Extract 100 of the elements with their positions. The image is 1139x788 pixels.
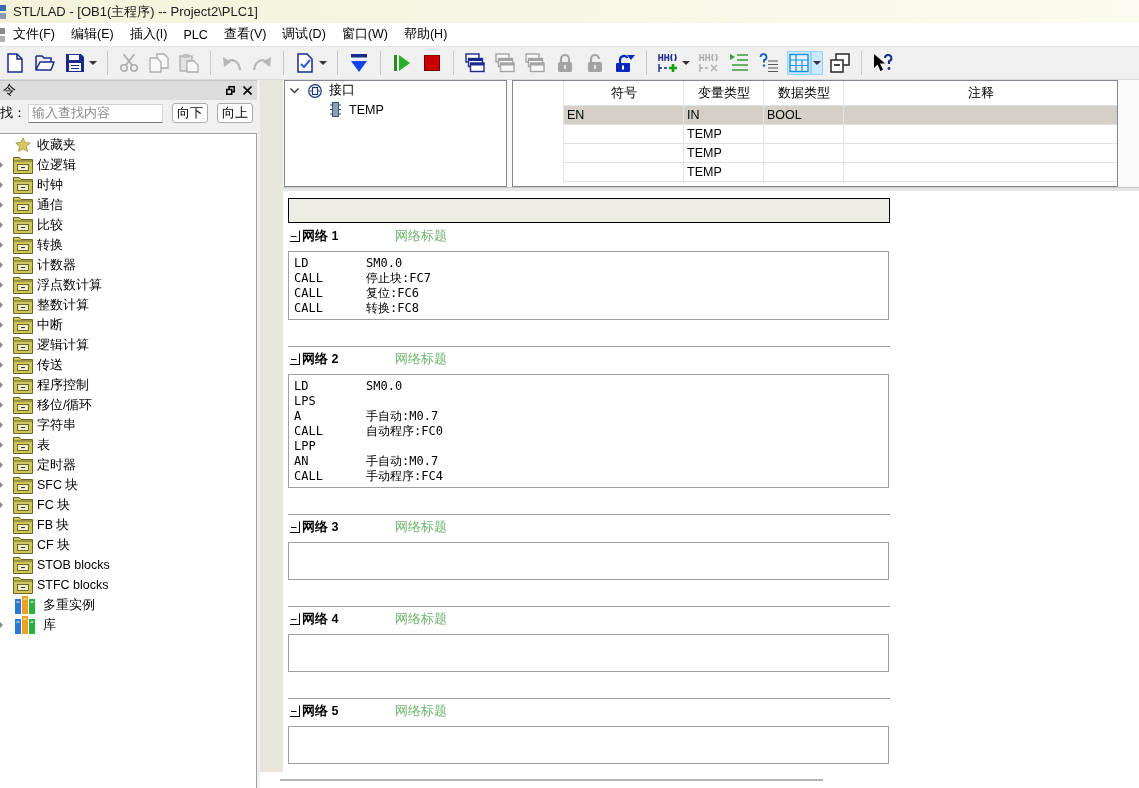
operand: 转换:FC8 xyxy=(366,301,419,316)
tree-item[interactable]: 通信 xyxy=(37,196,63,214)
window-menu-icon[interactable] xyxy=(0,27,5,42)
tree-item[interactable]: STFC blocks xyxy=(37,578,109,592)
expand-arrow-icon[interactable] xyxy=(0,302,3,308)
menu-item[interactable]: 编辑(E) xyxy=(62,26,122,43)
menu-item[interactable]: 插入(I) xyxy=(121,26,176,43)
collapse-icon[interactable] xyxy=(290,521,301,533)
expand-arrow-icon[interactable] xyxy=(0,502,3,508)
table-row[interactable]: TEMP xyxy=(563,162,1117,182)
tree-item[interactable]: 中断 xyxy=(37,316,63,334)
expand-arrow-icon[interactable] xyxy=(0,342,3,348)
tree-item[interactable]: 库 xyxy=(43,616,56,634)
tree-item[interactable]: 定时器 xyxy=(37,456,76,474)
instruction: AN xyxy=(294,454,309,469)
caret-icon xyxy=(682,61,690,65)
tree-item[interactable]: 表 xyxy=(37,436,50,454)
network-label: 网络 1 xyxy=(302,227,339,245)
scrollbar-thumb[interactable] xyxy=(280,779,823,781)
app-icon xyxy=(0,4,6,19)
stacked-windows-icon xyxy=(465,53,485,73)
search-button[interactable]: 向下 xyxy=(172,103,208,123)
tree-item[interactable]: 整数计算 xyxy=(37,296,89,314)
toolbar-button[interactable] xyxy=(828,51,852,75)
table-row[interactable]: TEMP xyxy=(563,143,1117,163)
code-field[interactable]: LD SM0.0 LPS A 手自动:M0.7 CALL 自动程序:FC0 LPP AN 手自动:M0.7 CALL 手动程序:FC4 xyxy=(288,374,889,488)
search-field[interactable]: 输入查找内容 xyxy=(28,103,163,123)
instruction: LD xyxy=(294,379,309,394)
question-lines-icon xyxy=(759,53,779,73)
toolbar-button[interactable] xyxy=(757,51,781,75)
expand-arrow-icon[interactable] xyxy=(0,282,3,288)
menu-item[interactable]: PLC xyxy=(175,27,216,42)
tree-item[interactable]: 逻辑计算 xyxy=(37,336,89,354)
expand-arrow-icon[interactable] xyxy=(0,162,3,168)
operand: 手自动:M0.7 xyxy=(366,409,439,424)
tree-item[interactable]: FC 块 xyxy=(37,496,71,514)
column-header[interactable]: 变量类型 xyxy=(697,85,750,100)
expand-arrow-icon[interactable] xyxy=(0,402,3,408)
menu-item[interactable]: 窗口(W) xyxy=(333,26,396,43)
code-field[interactable] xyxy=(288,542,889,580)
column-header[interactable]: 注释 xyxy=(967,85,994,100)
collapse-icon[interactable] xyxy=(290,353,301,365)
toolbar-button[interactable] xyxy=(656,51,680,75)
tree-item[interactable]: 移位/循环 xyxy=(37,396,93,414)
menu-item[interactable]: 调试(D) xyxy=(274,26,334,43)
close-icon[interactable] xyxy=(243,86,252,95)
expand-arrow-icon[interactable] xyxy=(0,382,3,388)
expand-arrow-icon[interactable] xyxy=(0,222,3,228)
expand-arrow-icon[interactable] xyxy=(0,262,3,268)
expand-arrow-icon[interactable] xyxy=(0,322,3,328)
tree-item[interactable]: 位逻辑 xyxy=(37,156,76,174)
column-header[interactable]: 符号 xyxy=(610,85,637,100)
column-header[interactable]: 数据类型 xyxy=(777,85,830,100)
expand-arrow-icon[interactable] xyxy=(0,622,3,628)
toolbar-button[interactable] xyxy=(63,51,87,75)
expand-arrow-icon[interactable] xyxy=(0,182,3,188)
caret-icon xyxy=(89,61,97,65)
code-field[interactable] xyxy=(288,726,889,764)
search-button[interactable]: 向上 xyxy=(217,103,253,123)
tree-item[interactable]: 接口 xyxy=(329,82,355,99)
comment-field[interactable] xyxy=(288,198,890,223)
expand-arrow-icon[interactable] xyxy=(0,422,3,428)
tree-item[interactable]: 比较 xyxy=(37,216,63,234)
expand-arrow-icon[interactable] xyxy=(0,462,3,468)
tree-item[interactable]: STOB blocks xyxy=(37,558,110,572)
instruction: LPP xyxy=(294,439,316,454)
tree-item[interactable]: FB 块 xyxy=(37,516,70,534)
collapse-icon[interactable] xyxy=(290,230,301,242)
expand-arrow-icon[interactable] xyxy=(0,482,3,488)
table-row[interactable]: TEMP xyxy=(563,124,1117,144)
menu-item[interactable]: 文件(F) xyxy=(5,26,63,43)
tree-item[interactable]: CF 块 xyxy=(37,536,71,554)
tree-item[interactable]: 多重实例 xyxy=(43,596,95,614)
tree-item[interactable]: 计数器 xyxy=(37,256,76,274)
tree-item[interactable]: 传送 xyxy=(37,356,63,374)
code-field[interactable]: LD SM0.0 CALL 停止块:FC7 CALL 复位:FC6 CALL 转换:FC8 xyxy=(288,251,889,320)
expand-arrow-icon[interactable] xyxy=(0,202,3,208)
tree-item[interactable]: TEMP xyxy=(349,102,384,117)
toolbar-button[interactable] xyxy=(463,51,487,75)
collapse-icon[interactable] xyxy=(290,613,301,625)
tree-item[interactable]: 收藏夹 xyxy=(37,136,76,154)
restore-icon[interactable] xyxy=(226,86,235,95)
expand-arrow-icon[interactable] xyxy=(0,442,3,448)
expand-arrow-icon[interactable] xyxy=(0,362,3,368)
menu-item[interactable]: 帮助(H) xyxy=(395,26,456,43)
folder-icon xyxy=(13,376,33,394)
tree-item[interactable]: 时钟 xyxy=(37,176,63,194)
expand-arrow-icon[interactable] xyxy=(0,242,3,248)
code-field[interactable] xyxy=(288,634,889,672)
tree-item[interactable]: 转换 xyxy=(37,236,63,254)
tree-item[interactable]: 字符串 xyxy=(37,416,76,434)
chevron-down-icon[interactable] xyxy=(290,86,299,95)
tree-item[interactable]: 程序控制 xyxy=(37,376,89,394)
folder-icon xyxy=(13,416,33,434)
dropdown-button[interactable] xyxy=(811,51,823,75)
stop-icon xyxy=(422,53,442,73)
menu-item[interactable]: 查看(V) xyxy=(215,26,275,43)
tree-item[interactable]: 浮点数计算 xyxy=(37,276,102,294)
collapse-icon[interactable] xyxy=(290,705,301,717)
tree-item[interactable]: SFC 块 xyxy=(37,476,79,494)
